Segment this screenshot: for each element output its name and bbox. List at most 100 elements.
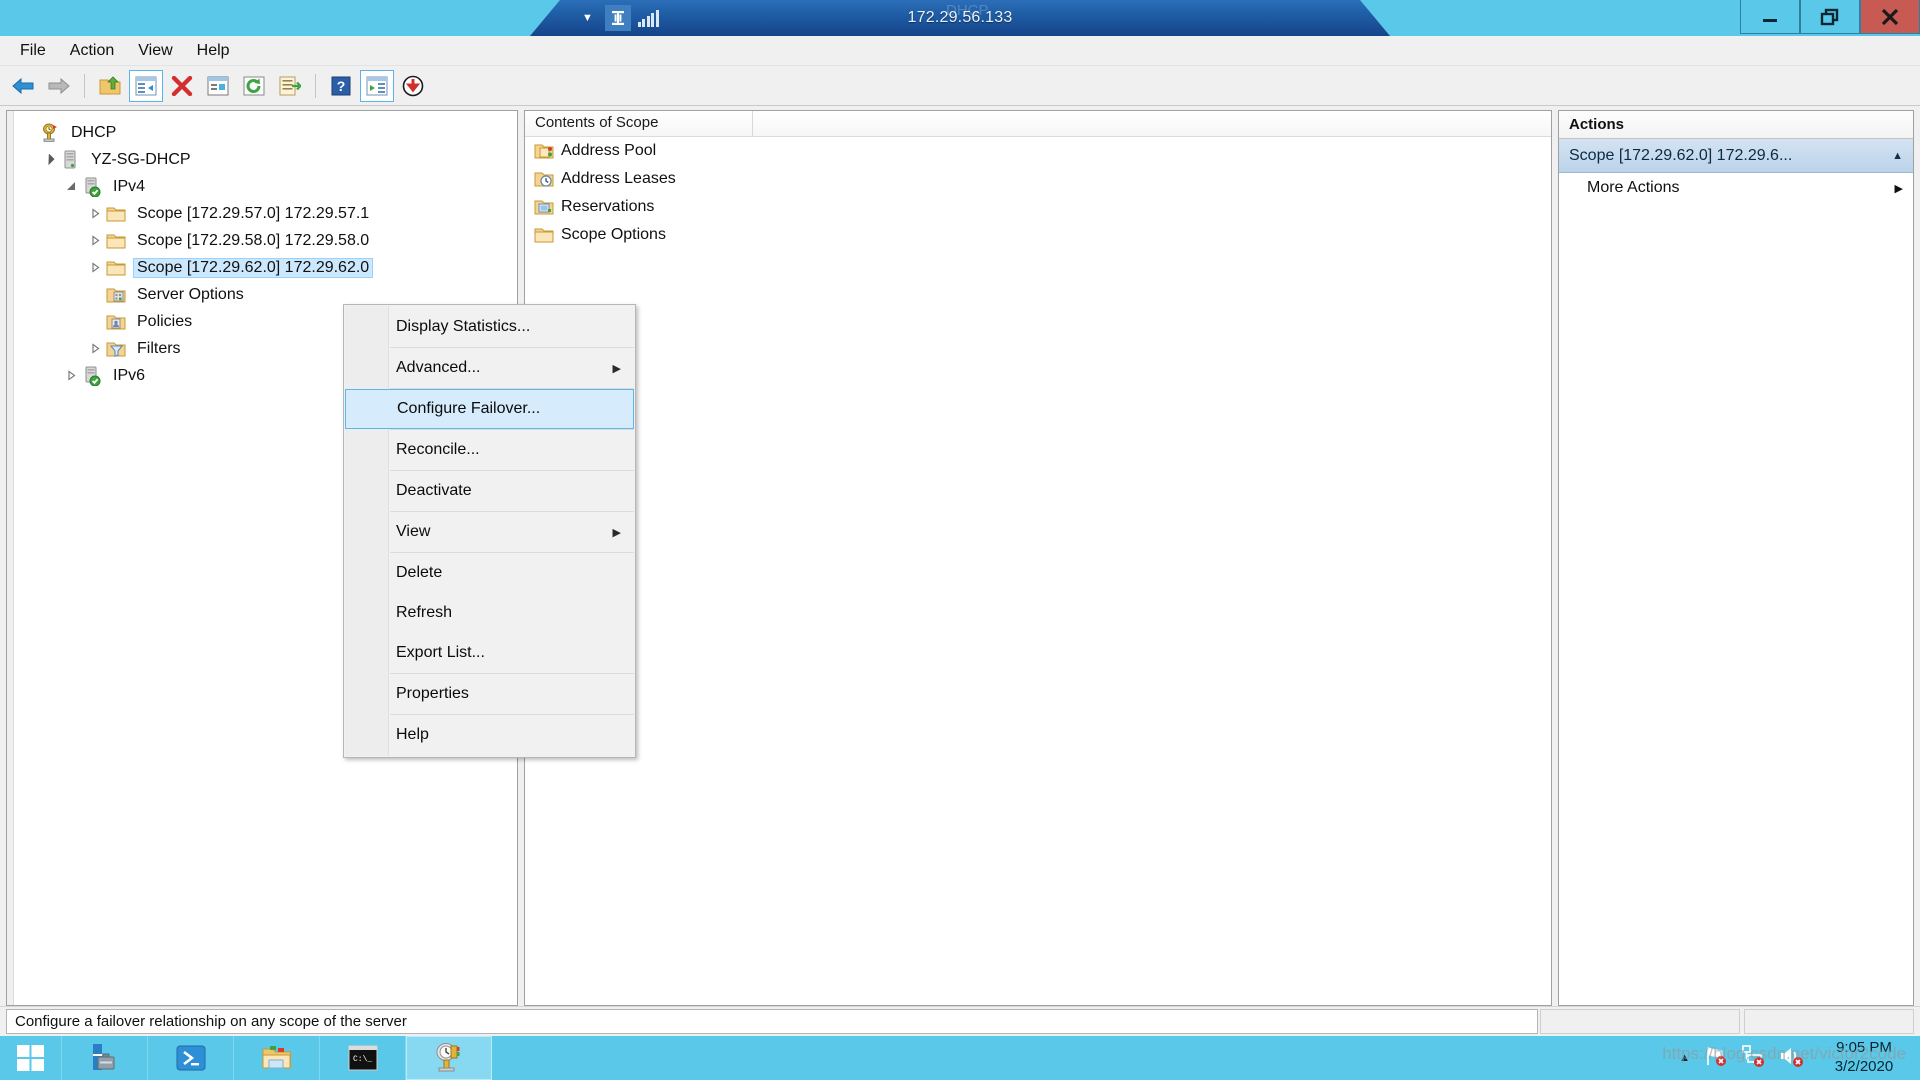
taskbar-powershell[interactable] xyxy=(148,1036,234,1080)
contents-pane: Contents of Scope Address Pool Address L… xyxy=(524,110,1552,1006)
list-item-label: Reservations xyxy=(561,198,655,215)
tree-label: IPv4 xyxy=(113,177,146,195)
ipv6-icon xyxy=(81,366,103,386)
action-more-actions[interactable]: More Actions ▶ xyxy=(1559,173,1913,203)
action-label: More Actions xyxy=(1587,179,1680,196)
outer-close-button[interactable] xyxy=(1860,0,1920,34)
svg-text:?: ? xyxy=(337,78,346,94)
scope-folder-icon xyxy=(105,231,127,251)
outer-restore-button[interactable] xyxy=(1800,0,1860,34)
collapse-caret-icon[interactable]: ▲ xyxy=(1892,150,1903,162)
network-icon[interactable] xyxy=(1740,1044,1768,1073)
tree-left-gutter xyxy=(7,111,14,1005)
context-menu-item-properties[interactable]: Properties xyxy=(344,674,635,714)
context-menu-item-label: Reconcile... xyxy=(396,441,480,458)
taskbar-server-manager[interactable] xyxy=(62,1036,148,1080)
list-item-scope-options[interactable]: Scope Options xyxy=(525,221,1551,249)
scope-context-menu: Display Statistics... Advanced... ▶ Conf… xyxy=(343,304,636,758)
tree-node-scope-172-29-58-0[interactable]: Scope [172.29.58.0] 172.29.58.0 xyxy=(17,227,517,254)
clock-date: 3/2/2020 xyxy=(1834,1058,1894,1075)
address-leases-icon xyxy=(533,169,555,189)
context-menu-item-label: Configure Failover... xyxy=(397,400,541,417)
menu-help[interactable]: Help xyxy=(185,38,242,64)
submenu-arrow-icon: ▶ xyxy=(612,526,621,539)
menu-action[interactable]: Action xyxy=(58,38,126,64)
menu-bar: File Action View Help xyxy=(0,36,1920,66)
context-menu-item-export-list[interactable]: Export List... xyxy=(344,633,635,673)
actions-scope-header[interactable]: Scope [172.29.62.0] 172.29.6... ▲ xyxy=(1559,139,1913,173)
status-bar: Configure a failover relationship on any… xyxy=(0,1006,1920,1036)
server-icon xyxy=(59,150,81,170)
context-menu-item-reconcile[interactable]: Reconcile... xyxy=(344,430,635,470)
reservations-icon xyxy=(533,197,555,217)
status-cell-1 xyxy=(1540,1009,1740,1034)
windows-start-icon[interactable] xyxy=(0,1036,62,1080)
svg-text:C:\_: C:\_ xyxy=(353,1055,372,1064)
taskbar: C:\_ ▲ 9:05 PM 3/2/2020 xyxy=(0,1036,1920,1080)
tree-label: DHCP xyxy=(71,123,117,141)
toolbar-separator xyxy=(315,73,316,98)
forward-button[interactable] xyxy=(42,70,76,102)
down-arrow-circle-icon[interactable] xyxy=(396,70,430,102)
back-button[interactable] xyxy=(6,70,40,102)
context-menu-item-configure-failover[interactable]: Configure Failover... xyxy=(345,389,634,429)
tree-node-yz-sg-dhcp[interactable]: YZ-SG-DHCP xyxy=(17,146,517,173)
expander-collapsed-icon[interactable] xyxy=(63,368,79,384)
refresh-button[interactable] xyxy=(237,70,271,102)
expander-expanded-icon[interactable] xyxy=(63,179,79,195)
tree-label: Scope [172.29.57.0] 172.29.57.1 xyxy=(137,204,370,222)
context-menu-item-label: Help xyxy=(396,726,429,743)
show-hide-console-tree-button[interactable] xyxy=(129,69,163,102)
column-header-contents-of-scope[interactable]: Contents of Scope xyxy=(525,111,753,136)
list-item-reservations[interactable]: Reservations xyxy=(525,193,1551,221)
context-menu-item-help[interactable]: Help xyxy=(344,715,635,755)
dhcp-root-icon xyxy=(39,123,61,143)
menu-file[interactable]: File xyxy=(8,38,58,64)
delete-button[interactable] xyxy=(165,70,199,102)
rdp-connection-bar-center: ▼ DHCP 172.29.56.133 xyxy=(530,0,1390,36)
expander-collapsed-icon[interactable] xyxy=(87,233,103,249)
expander-collapsed-icon[interactable] xyxy=(87,260,103,276)
list-item-label: Address Pool xyxy=(561,142,657,159)
help-button[interactable]: ? xyxy=(324,70,358,102)
context-menu-item-label: Refresh xyxy=(396,604,453,621)
context-menu-item-advanced[interactable]: Advanced... ▶ xyxy=(344,348,635,388)
context-menu-item-display-statistics[interactable]: Display Statistics... xyxy=(344,307,635,347)
tree-node-scope-172-29-62-0[interactable]: Scope [172.29.62.0] 172.29.62.0 xyxy=(17,254,517,281)
expander-collapsed-icon[interactable] xyxy=(87,341,103,357)
outer-window-controls xyxy=(1740,0,1920,34)
action-center-flag-icon[interactable] xyxy=(1704,1044,1730,1073)
tree-node-dhcp[interactable]: DHCP xyxy=(17,119,517,146)
list-item-address-pool[interactable]: Address Pool xyxy=(525,137,1551,165)
tree-node-scope-172-29-57-0[interactable]: Scope [172.29.57.0] 172.29.57.1 xyxy=(17,200,517,227)
tree-label: Scope [172.29.58.0] 172.29.58.0 xyxy=(137,231,370,249)
properties-button[interactable] xyxy=(201,70,235,102)
show-hide-action-pane-button[interactable] xyxy=(360,69,394,102)
actions-scope-header-label: Scope [172.29.62.0] 172.29.6... xyxy=(1569,146,1793,164)
context-menu-item-view[interactable]: View ▶ xyxy=(344,512,635,552)
expander-collapsed-icon[interactable] xyxy=(87,206,103,222)
export-list-button[interactable] xyxy=(273,70,307,102)
outer-minimize-button[interactable] xyxy=(1740,0,1800,34)
actions-pane: Actions Scope [172.29.62.0] 172.29.6... … xyxy=(1558,110,1914,1006)
context-menu-item-refresh[interactable]: Refresh xyxy=(344,593,635,633)
list-item-address-leases[interactable]: Address Leases xyxy=(525,165,1551,193)
show-hidden-icons-caret[interactable]: ▲ xyxy=(1679,1052,1690,1064)
taskbar-command-prompt[interactable]: C:\_ xyxy=(320,1036,406,1080)
tree-node-ipv4[interactable]: IPv4 xyxy=(17,173,517,200)
no-expander xyxy=(87,314,103,330)
menu-view[interactable]: View xyxy=(126,38,184,64)
taskbar-file-explorer[interactable] xyxy=(234,1036,320,1080)
context-menu-item-delete[interactable]: Delete xyxy=(344,553,635,593)
expander-expanded-icon[interactable] xyxy=(41,152,57,168)
up-one-level-button[interactable] xyxy=(93,70,127,102)
actions-pane-title: Actions xyxy=(1559,111,1913,139)
volume-icon[interactable] xyxy=(1778,1044,1806,1073)
context-menu-item-deactivate[interactable]: Deactivate xyxy=(344,471,635,511)
dhcp-mmc-window: File Action View Help ? DHCP YZ-SG-DHCP … xyxy=(0,36,1920,1036)
taskbar-dhcp-console[interactable] xyxy=(406,1036,492,1080)
context-menu-item-label: Export List... xyxy=(396,644,485,661)
column-header-empty[interactable] xyxy=(753,111,1551,136)
toolbar: ? xyxy=(0,66,1920,106)
taskbar-clock[interactable]: 9:05 PM 3/2/2020 xyxy=(1816,1039,1912,1077)
